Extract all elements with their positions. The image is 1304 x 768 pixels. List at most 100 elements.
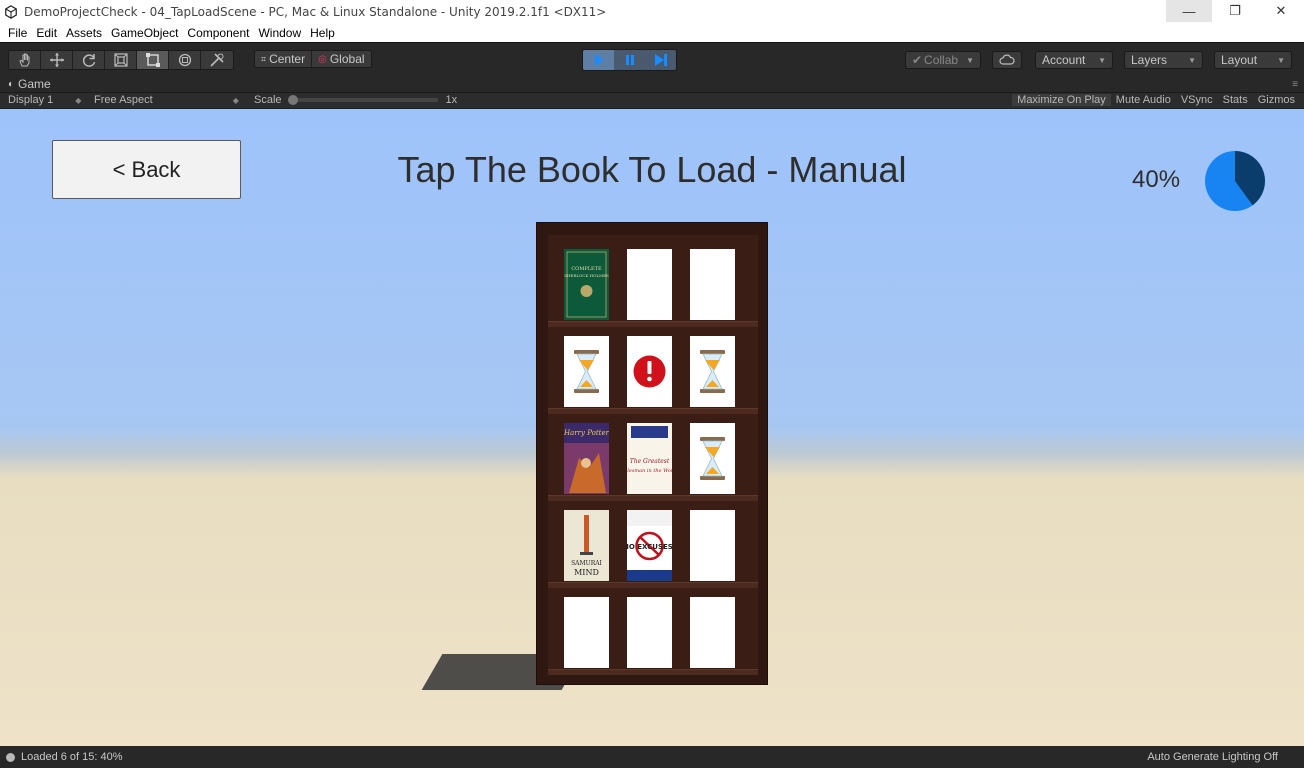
pivot-center-button[interactable]: ⌗ Center — [255, 51, 313, 67]
dropdown-arrow-icon: ▼ — [966, 55, 974, 65]
menu-gameobject[interactable]: GameObject — [111, 26, 178, 40]
pause-icon — [625, 55, 634, 65]
book-slot-empty[interactable] — [564, 597, 609, 668]
rotate-icon — [82, 54, 95, 67]
collab-button[interactable]: ✔ Collab ▼ — [905, 51, 981, 69]
layers-dropdown[interactable]: Layers ▼ — [1124, 51, 1203, 69]
svg-text:SHERLOCK HOLMES: SHERLOCK HOLMES — [564, 273, 609, 278]
tools-icon — [210, 53, 224, 67]
hourglass-icon — [564, 336, 609, 407]
aspect-dropdown[interactable]: Free Aspect ◆ — [94, 94, 239, 106]
dropdown-arrow-icon: ◆ — [232, 95, 239, 105]
move-icon — [49, 53, 64, 67]
book-slot-loading[interactable] — [690, 336, 735, 407]
main-toolbar: ⌗ Center ◎ Global ✔ Collab ▼ Account ▼ Lay… — [0, 42, 1304, 76]
pivot-global-button[interactable]: ◎ Global — [312, 51, 370, 67]
svg-text:MIND: MIND — [574, 568, 599, 577]
gizmos-dropdown[interactable]: Gizmos — [1253, 94, 1300, 106]
shelf-board — [548, 408, 758, 414]
stats-toggle[interactable]: Stats — [1218, 94, 1253, 106]
menu-file[interactable]: File — [8, 26, 27, 40]
rect-tool-button[interactable] — [137, 51, 169, 69]
status-message[interactable]: Loaded 6 of 15: 40% — [21, 751, 123, 763]
shelf-board — [548, 321, 758, 327]
shelf-board — [548, 669, 758, 675]
mute-audio-toggle[interactable]: Mute Audio — [1111, 94, 1176, 106]
game-view-toolbar: Display 1 ◆ Free Aspect ◆ Scale 1x Maxim… — [0, 92, 1304, 108]
minimize-button[interactable]: — — [1166, 0, 1212, 22]
pause-button[interactable] — [614, 50, 645, 70]
pivot-icon: ⌗ — [261, 53, 267, 64]
step-icon — [654, 54, 667, 66]
info-icon — [6, 752, 15, 762]
tab-game[interactable]: ◐ Game — [8, 77, 51, 91]
cloud-services-button[interactable] — [992, 51, 1022, 69]
book-slot-empty[interactable] — [690, 249, 735, 320]
book-cover[interactable]: SAMURAI MIND — [564, 510, 609, 581]
restore-button[interactable]: ❐ — [1212, 0, 1258, 22]
hand-tool-button[interactable] — [9, 51, 41, 69]
hand-icon — [18, 53, 29, 67]
shelf-board — [548, 582, 758, 588]
progress-percent: 40% — [1132, 166, 1181, 193]
status-bar: Loaded 6 of 15: 40% Auto Generate Lighti… — [0, 746, 1304, 768]
tab-menu-icon[interactable]: ≡ — [1292, 79, 1298, 90]
scale-control: Scale 1x — [254, 94, 458, 106]
account-dropdown[interactable]: Account ▼ — [1035, 51, 1113, 69]
progress-pie-chart — [1205, 151, 1265, 211]
menu-window[interactable]: Window — [258, 26, 301, 40]
svg-text:Salesman in the World: Salesman in the World — [627, 468, 672, 474]
menu-edit[interactable]: Edit — [36, 26, 57, 40]
book-slot-error[interactable] — [627, 336, 672, 407]
game-icon: ◐ — [8, 78, 15, 90]
book-slot-loading[interactable] — [690, 423, 735, 494]
unity-logo-icon — [5, 5, 17, 19]
rect-transform-icon — [145, 53, 160, 67]
maximize-on-play-toggle[interactable]: Maximize On Play — [1012, 94, 1111, 106]
svg-text:Harry Potter: Harry Potter — [564, 429, 609, 437]
svg-text:SAMURAI: SAMURAI — [571, 560, 602, 567]
book-cover[interactable]: COMPLETE SHERLOCK HOLMES — [564, 249, 609, 320]
back-button[interactable]: < Back — [52, 140, 241, 199]
move-tool-button[interactable] — [41, 51, 73, 69]
menu-help[interactable]: Help — [310, 26, 335, 40]
transform-tools — [8, 50, 234, 70]
book-cover[interactable]: NO EXCUSES! — [627, 510, 672, 581]
layout-dropdown[interactable]: Layout ▼ — [1214, 51, 1292, 69]
close-button[interactable]: ✕ — [1258, 0, 1304, 22]
game-tab-bar: ◐ Game ≡ — [0, 76, 1304, 92]
rotate-tool-button[interactable] — [73, 51, 105, 69]
scale-slider[interactable] — [287, 95, 438, 105]
book-slot-empty[interactable] — [627, 249, 672, 320]
step-button[interactable] — [645, 50, 676, 70]
scale-tool-button[interactable] — [105, 51, 137, 69]
book-slot-empty[interactable] — [627, 597, 672, 668]
book-slot-empty[interactable] — [690, 597, 735, 668]
game-view: < Back Tap The Book To Load - Manual 40%… — [0, 109, 1304, 746]
dropdown-arrow-icon: ▼ — [1277, 55, 1285, 65]
display-dropdown[interactable]: Display 1 ◆ — [8, 94, 81, 106]
scale-icon — [113, 53, 128, 67]
vsync-toggle[interactable]: VSync — [1176, 94, 1218, 106]
book-slot-empty[interactable] — [690, 510, 735, 581]
pivot-toggle-group: ⌗ Center ◎ Global — [254, 50, 372, 68]
play-button[interactable] — [583, 50, 614, 70]
svg-text:COMPLETE: COMPLETE — [571, 266, 602, 272]
cloud-icon — [999, 54, 1015, 65]
scale-slider-knob[interactable] — [287, 95, 298, 105]
book-slot-loading[interactable] — [564, 336, 609, 407]
bookshelf: COMPLETE SHERLOCK HOLMES Harry Potter Th… — [536, 222, 768, 685]
book-cover[interactable]: Harry Potter — [564, 423, 609, 494]
dropdown-arrow-icon: ▼ — [1098, 55, 1106, 65]
playmode-controls — [582, 49, 677, 71]
custom-tool-button[interactable] — [201, 51, 233, 69]
book-cover[interactable]: The Greatest Salesman in the World — [627, 423, 672, 494]
menu-assets[interactable]: Assets — [66, 26, 102, 40]
lighting-status[interactable]: Auto Generate Lighting Off — [1147, 751, 1278, 763]
menu-bar: File Edit Assets GameObject Component Wi… — [0, 24, 1304, 42]
dropdown-arrow-icon: ◆ — [75, 95, 82, 105]
scene-title: Tap The Book To Load - Manual — [397, 149, 907, 190]
menu-component[interactable]: Component — [187, 26, 249, 40]
transform-tool-button[interactable] — [169, 51, 201, 69]
dropdown-arrow-icon: ▼ — [1188, 55, 1196, 65]
